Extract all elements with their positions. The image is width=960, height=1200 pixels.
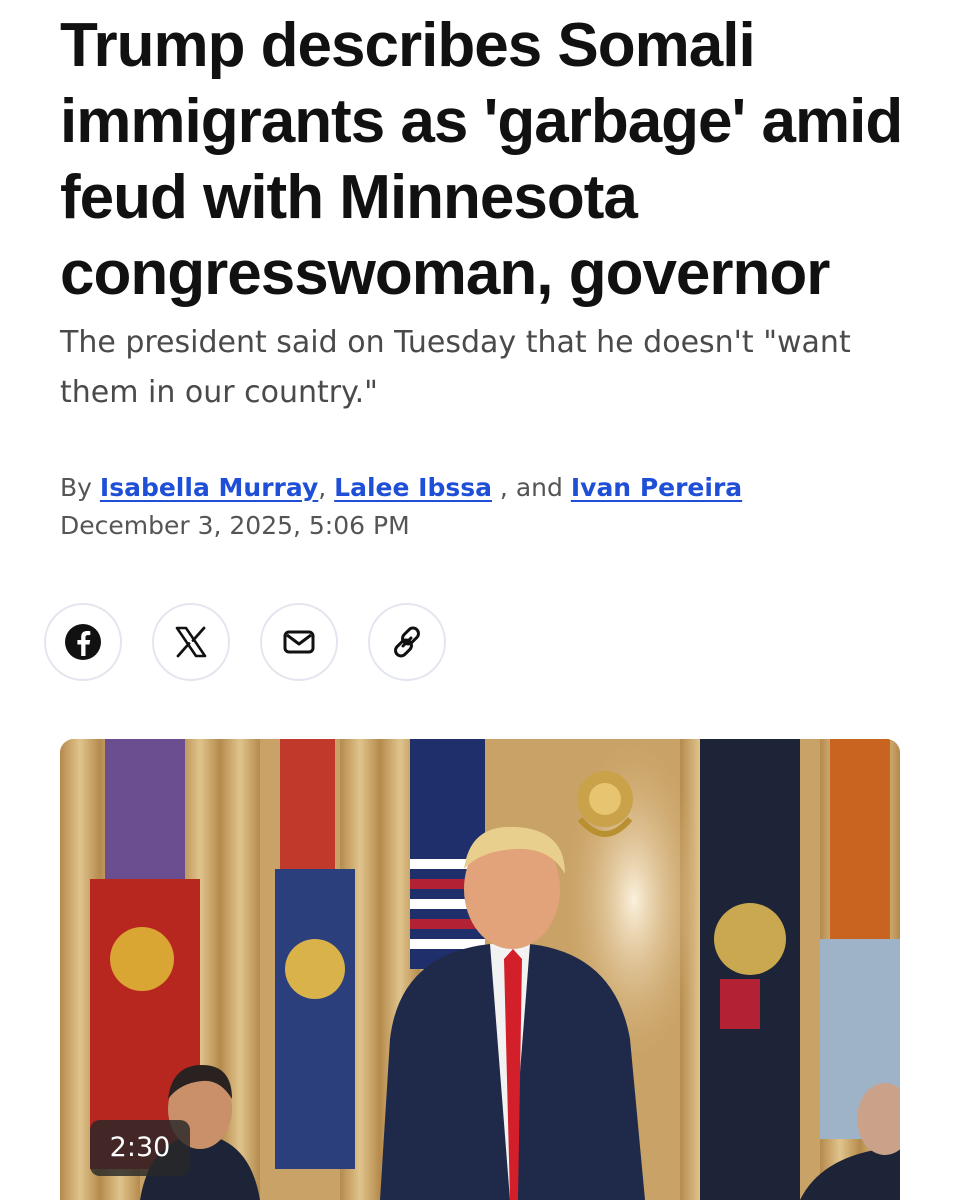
- headline-line-4: congresswoman, governor: [60, 239, 830, 308]
- link-icon: [394, 626, 420, 658]
- byline-separator: ,: [491, 473, 508, 502]
- byline-and: and: [515, 473, 563, 502]
- headline-line-1: Trump describes Somali: [60, 11, 756, 80]
- x-icon: [175, 626, 207, 658]
- email-icon: [283, 630, 315, 654]
- article-subhead: The president said on Tuesday that he do…: [60, 325, 851, 410]
- byline: By Isabella Murray, Lalee Ibssa , and Iv…: [60, 470, 742, 506]
- copy-link-button[interactable]: [368, 603, 446, 681]
- publish-date: December 3, 2025, 5:06 PM: [60, 511, 410, 540]
- author-link-lalee-ibssa[interactable]: Lalee Ibssa: [334, 473, 492, 502]
- author-link-ivan-pereira[interactable]: Ivan Pereira: [571, 473, 742, 502]
- flag-far-right: [820, 739, 900, 1139]
- share-x-button[interactable]: [152, 603, 230, 681]
- headline-line-3: feud with Minnesota: [60, 163, 638, 232]
- article-headline: Trump describes Somali immigrants as 'ga…: [60, 8, 930, 312]
- facebook-icon: [65, 624, 101, 660]
- headline-line-2: immigrants as 'garbage' amid: [60, 87, 903, 156]
- flag-dark-right: [700, 739, 800, 1200]
- share-bar: [44, 603, 446, 681]
- share-facebook-button[interactable]: [44, 603, 122, 681]
- byline-prefix: By: [60, 473, 92, 502]
- video-duration-badge: 2:30: [90, 1120, 190, 1176]
- author-link-isabella-murray[interactable]: Isabella Murray: [100, 473, 318, 502]
- byline-separator: ,: [318, 473, 327, 502]
- gold-ornament: [577, 771, 633, 837]
- share-email-button[interactable]: [260, 603, 338, 681]
